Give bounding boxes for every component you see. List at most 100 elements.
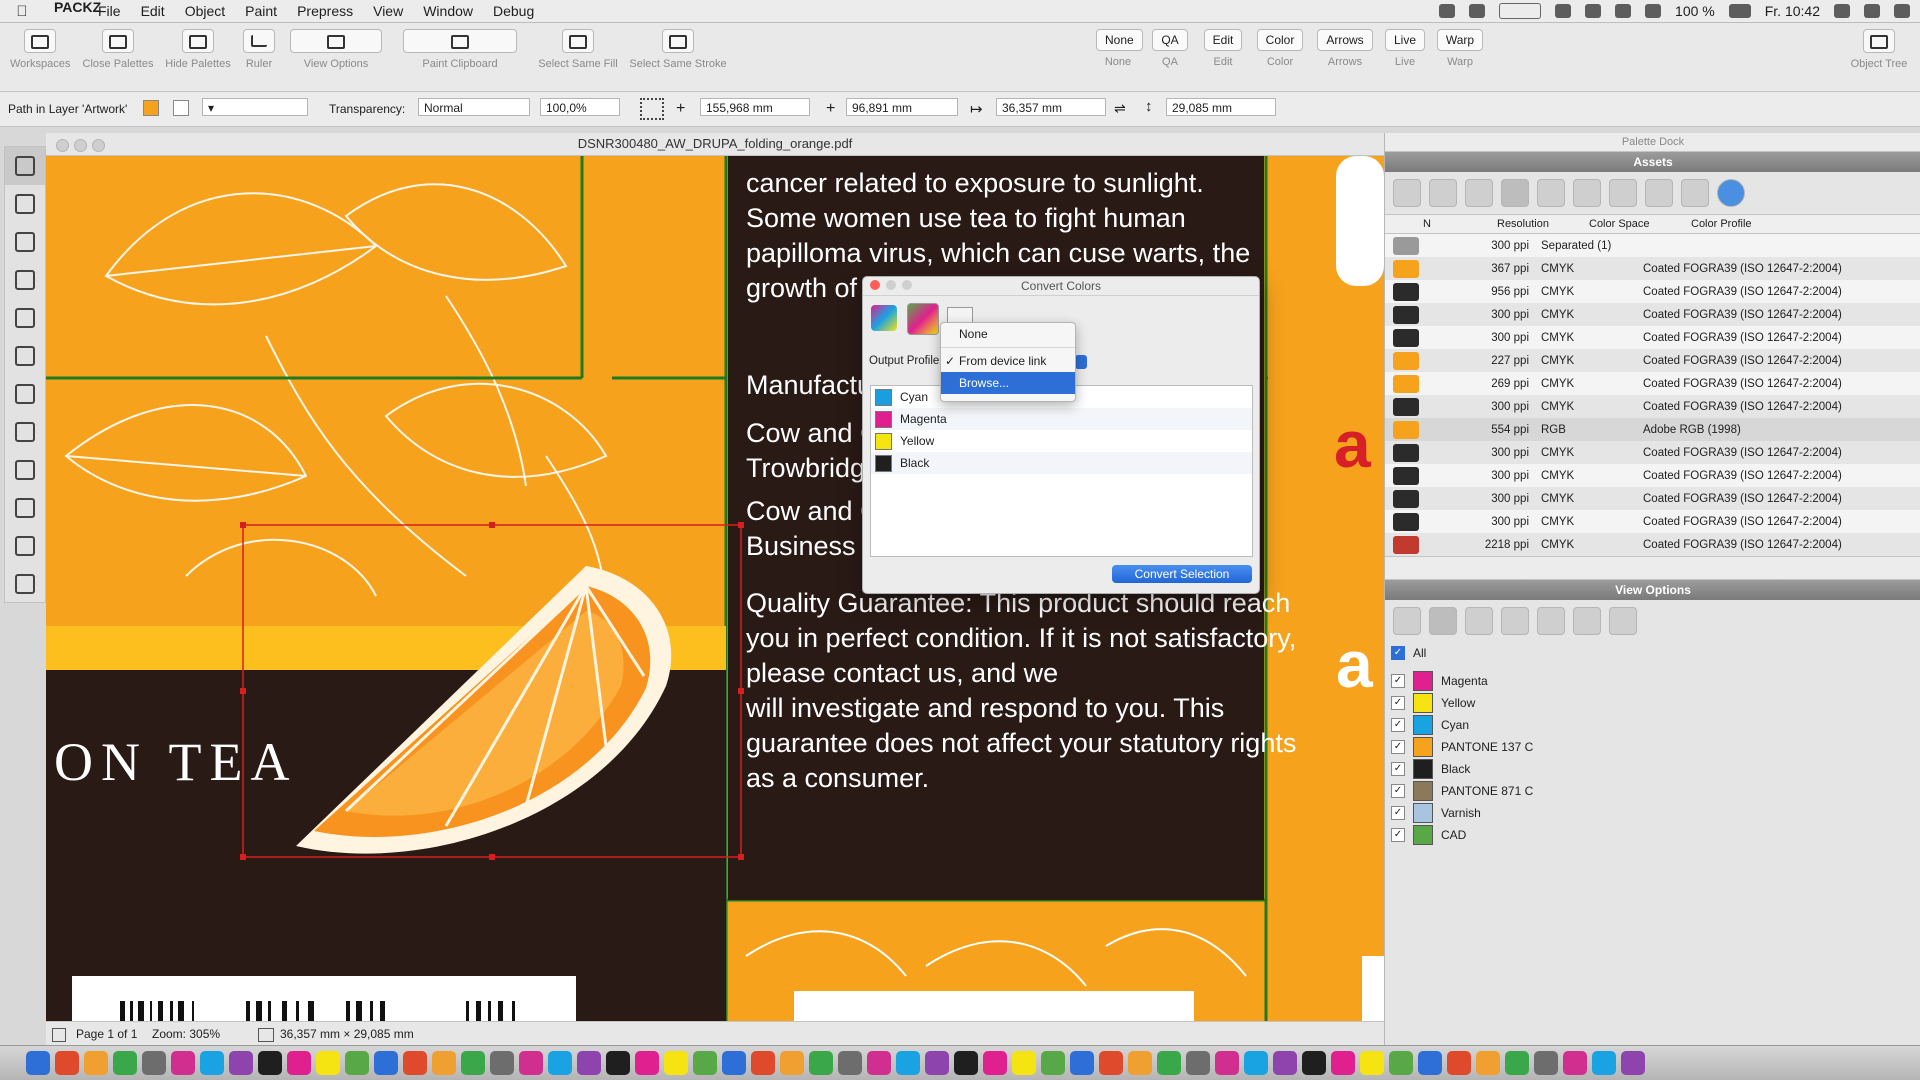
dialog-minimize-button[interactable]: [886, 280, 896, 290]
ruler-button[interactable]: Ruler: [242, 29, 276, 70]
menu-paint[interactable]: Paint: [235, 3, 287, 19]
dock-app-icon[interactable]: [345, 1051, 369, 1075]
separations-icon[interactable]: [1393, 607, 1421, 635]
dock-app-icon[interactable]: [1012, 1051, 1036, 1075]
wifi-icon[interactable]: [1615, 4, 1632, 18]
asset-row[interactable]: 2218 ppi CMYK Coated FOGRA39 (ISO 12647-2:…: [1385, 533, 1920, 556]
dock-app-icon[interactable]: [867, 1051, 891, 1075]
dock-app-icon[interactable]: [780, 1051, 804, 1075]
select-same-stroke-button[interactable]: Select Same Stroke: [626, 29, 730, 70]
dock-app-icon[interactable]: [171, 1051, 195, 1075]
col-color-profile[interactable]: Color Profile: [1691, 218, 1752, 230]
dock-app-icon[interactable]: [374, 1051, 398, 1075]
fill-swatch[interactable]: [143, 100, 159, 116]
pen-tool[interactable]: [5, 223, 45, 261]
asset-row[interactable]: 300 ppi CMYK Coated FOGRA39 (ISO 12647-2:2…: [1385, 487, 1920, 510]
dock-app-icon[interactable]: [548, 1051, 572, 1075]
separation-row[interactable]: ✓ CAD: [1385, 824, 1920, 846]
page-indicator[interactable]: Page 1 of 1: [76, 1022, 137, 1046]
qa-button[interactable]: QA QA: [1150, 29, 1190, 68]
dock-app-icon[interactable]: [1157, 1051, 1181, 1075]
rectangle-tool[interactable]: [5, 299, 45, 337]
dock-app-icon[interactable]: [432, 1051, 456, 1075]
dock-app-icon[interactable]: [809, 1051, 833, 1075]
menu-file[interactable]: File: [88, 3, 131, 19]
zoom-indicator[interactable]: Zoom: 305%: [152, 1022, 220, 1046]
ruler-tool[interactable]: [5, 565, 45, 603]
convert-mode-icon-2[interactable]: [907, 303, 939, 335]
workspaces-button[interactable]: Workspaces: [10, 29, 70, 70]
cloud-icon[interactable]: [1469, 4, 1486, 18]
asset-row[interactable]: 300 ppi Separated (1): [1385, 234, 1920, 257]
all-separations-row[interactable]: ✓ All: [1385, 642, 1920, 664]
link-proportions-icon[interactable]: ⇌: [1114, 100, 1126, 117]
separation-checkbox[interactable]: ✓: [1391, 806, 1405, 820]
asset-row[interactable]: 367 ppi CMYK Coated FOGRA39 (ISO 12647-2:2…: [1385, 257, 1920, 280]
list-view-icon[interactable]: [1393, 179, 1421, 207]
dock-app-icon[interactable]: [84, 1051, 108, 1075]
col-color-space[interactable]: Color Space: [1589, 218, 1691, 230]
menu-app-name[interactable]: PACKZ: [44, 0, 101, 23]
dock-app-icon[interactable]: [606, 1051, 630, 1075]
dock-app-icon[interactable]: [1476, 1051, 1500, 1075]
dropbox-icon[interactable]: [1439, 4, 1456, 18]
dock-app-icon[interactable]: [1389, 1051, 1413, 1075]
dock-app-icon[interactable]: [229, 1051, 253, 1075]
asset-row[interactable]: 300 ppi CMYK Coated FOGRA39 (ISO 12647-2:2…: [1385, 395, 1920, 418]
dock-app-icon[interactable]: [1302, 1051, 1326, 1075]
close-palettes-button[interactable]: Close Palettes: [80, 29, 156, 70]
separation-checkbox[interactable]: ✓: [1391, 828, 1405, 842]
select-same-fill-button[interactable]: Select Same Fill: [536, 29, 620, 70]
dock-app-icon[interactable]: [664, 1051, 688, 1075]
col-resolution[interactable]: Resolution: [1497, 218, 1589, 230]
dock-app-icon[interactable]: [1215, 1051, 1239, 1075]
spotlight-icon[interactable]: [1864, 4, 1880, 18]
dock-app-icon[interactable]: [1070, 1051, 1094, 1075]
zoom-tool[interactable]: [5, 413, 45, 451]
separation-row[interactable]: ✓ Varnish: [1385, 802, 1920, 824]
arrows-button[interactable]: Arrows Arrows: [1316, 29, 1374, 68]
eyedropper-tool[interactable]: [5, 527, 45, 565]
reference-point-icon[interactable]: [640, 98, 664, 120]
measure-tool[interactable]: [5, 489, 45, 527]
asset-row[interactable]: 300 ppi CMYK Coated FOGRA39 (ISO 12647-2:2…: [1385, 326, 1920, 349]
convert-mode-icon-1[interactable]: [871, 305, 897, 331]
dock-app-icon[interactable]: [693, 1051, 717, 1075]
hide-palettes-button[interactable]: Hide Palettes: [162, 29, 234, 70]
dock-app-icon[interactable]: [896, 1051, 920, 1075]
edit-button[interactable]: Edit Edit: [1202, 29, 1244, 68]
menu-window[interactable]: Window: [413, 3, 483, 19]
asset-row[interactable]: 300 ppi CMYK Coated FOGRA39 (ISO 12647-2:2…: [1385, 303, 1920, 326]
dock-app-icon[interactable]: [983, 1051, 1007, 1075]
battery-percent[interactable]: 100 %: [1675, 3, 1715, 19]
asset-row[interactable]: 300 ppi CMYK Coated FOGRA39 (ISO 12647-2:2…: [1385, 510, 1920, 533]
warp-button[interactable]: Warp Warp: [1436, 29, 1484, 68]
height-field[interactable]: 29,085 mm: [1166, 98, 1276, 116]
asset-row[interactable]: 300 ppi CMYK Coated FOGRA39 (ISO 12647-2:2…: [1385, 441, 1920, 464]
select-tool[interactable]: [5, 147, 45, 185]
dock-app-icon[interactable]: [55, 1051, 79, 1075]
move-tool[interactable]: [5, 185, 45, 223]
separation-row[interactable]: ✓ PANTONE 137 C: [1385, 736, 1920, 758]
text-tool[interactable]: [5, 337, 45, 375]
x-position-field[interactable]: 155,968 mm: [700, 98, 810, 116]
info-icon[interactable]: [1717, 179, 1745, 207]
notification-icon[interactable]: [1894, 4, 1910, 18]
separation-row[interactable]: ✓ PANTONE 871 C: [1385, 780, 1920, 802]
dock-app-icon[interactable]: [1505, 1051, 1529, 1075]
dock-app-icon[interactable]: [925, 1051, 949, 1075]
separation-row[interactable]: ✓ Magenta: [1385, 670, 1920, 692]
dialog-zoom-button[interactable]: [902, 280, 912, 290]
hand-tool[interactable]: [5, 451, 45, 489]
assets-panel-header[interactable]: Assets: [1385, 152, 1920, 172]
dock-app-icon[interactable]: [1041, 1051, 1065, 1075]
ink-row-magenta[interactable]: Magenta: [871, 408, 1252, 430]
view-options-button[interactable]: View Options: [290, 29, 382, 70]
menu-prepress[interactable]: Prepress: [287, 3, 363, 19]
asset-row[interactable]: 956 ppi CMYK Coated FOGRA39 (ISO 12647-2:2…: [1385, 280, 1920, 303]
minimize-window-button[interactable]: [74, 139, 87, 152]
dock-app-icon[interactable]: [1360, 1051, 1384, 1075]
menu-option-browse[interactable]: Browse...: [941, 372, 1075, 394]
dock-app-icon[interactable]: [316, 1051, 340, 1075]
dock-app-icon[interactable]: [954, 1051, 978, 1075]
